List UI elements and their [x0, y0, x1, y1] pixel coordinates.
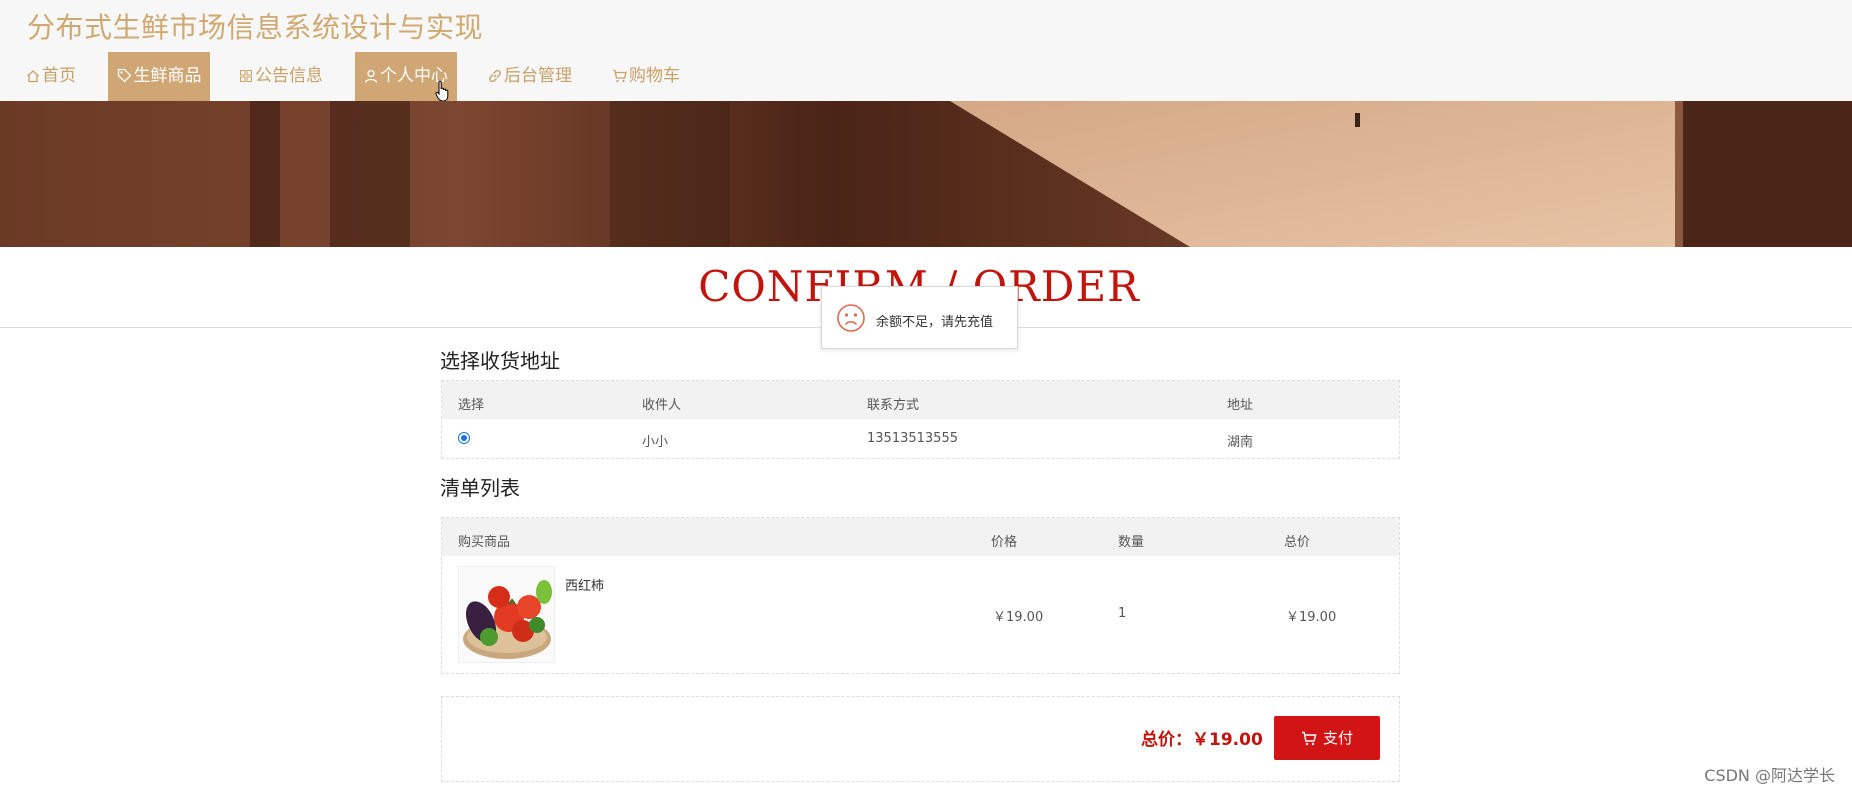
order-table-header: 购买商品 价格 数量 总价 [442, 518, 1399, 556]
header-quantity: 数量 [1118, 535, 1145, 550]
site-title: 分布式生鲜市场信息系统设计与实现 [27, 11, 484, 44]
nav-home-label: 首页 [42, 66, 76, 86]
nav-cart[interactable]: 购物车 [610, 52, 682, 101]
checkout-bar: 总价：￥19.00 支付 [441, 696, 1400, 782]
phone-cell: 13513513555 [867, 431, 958, 446]
header-phone: 联系方式 [867, 398, 920, 413]
address-table: 选择 收件人 联系方式 地址 小小 13513513555 湖南 [441, 380, 1400, 459]
hand-cursor-icon [435, 80, 449, 102]
home-icon [27, 70, 39, 83]
nav-fresh-products-label: 生鲜商品 [133, 66, 202, 86]
cart-icon [613, 69, 627, 83]
order-list-title: 清单列表 [440, 476, 520, 500]
address-table-header: 选择 收件人 联系方式 地址 [442, 381, 1399, 419]
price-cell: ￥19.00 [993, 610, 1044, 625]
cart-icon [1301, 731, 1317, 746]
pay-button-label: 支付 [1322, 729, 1353, 747]
quantity-cell: 1 [1118, 606, 1127, 621]
product-name[interactable]: 西红柿 [565, 575, 604, 594]
nav-personal-center[interactable]: 个人中心 [355, 52, 457, 102]
nav-home[interactable]: 首页 [20, 52, 82, 101]
toast-message: 余额不足，请先充值 [876, 315, 994, 330]
header-recipient: 收件人 [642, 398, 682, 413]
header-select: 选择 [458, 398, 485, 413]
user-icon [364, 69, 378, 83]
tag-icon [117, 68, 131, 83]
nav-fresh-products[interactable]: 生鲜商品 [108, 52, 210, 101]
link-icon [489, 69, 501, 83]
header-price: 价格 [991, 535, 1018, 550]
toast-notification: 余额不足，请先充值 [821, 286, 1018, 349]
banner-image [0, 101, 1852, 247]
sad-face-icon [837, 304, 865, 332]
header-address: 地址 [1227, 398, 1254, 413]
nav-admin[interactable]: 后台管理 [485, 52, 575, 101]
total-cell: ￥19.00 [1286, 610, 1337, 625]
site-header: 分布式生鲜市场信息系统设计与实现 首页 生鲜商品 公告信息 个人中心 后台管理 … [0, 0, 1852, 102]
address-radio[interactable] [458, 432, 470, 444]
address-title: 选择收货地址 [440, 349, 560, 373]
nav-announcements-label: 公告信息 [255, 66, 323, 86]
header-product: 购买商品 [458, 535, 511, 550]
apps-icon [240, 70, 252, 82]
product-image[interactable] [458, 566, 555, 663]
nav-announcements[interactable]: 公告信息 [236, 52, 326, 101]
recipient-cell: 小小 [642, 435, 669, 450]
order-table: 购买商品 价格 数量 总价 西红柿 ￥19.00 1 ￥19.00 [441, 517, 1400, 674]
nav-cart-label: 购物车 [629, 66, 680, 86]
pay-button[interactable]: 支付 [1274, 716, 1380, 760]
address-cell: 湖南 [1227, 435, 1254, 450]
watermark: CSDN @阿达学长 [1704, 766, 1835, 785]
total-price: 总价：￥19.00 [1141, 730, 1263, 750]
nav-admin-label: 后台管理 [504, 66, 572, 86]
header-total: 总价 [1284, 535, 1311, 550]
